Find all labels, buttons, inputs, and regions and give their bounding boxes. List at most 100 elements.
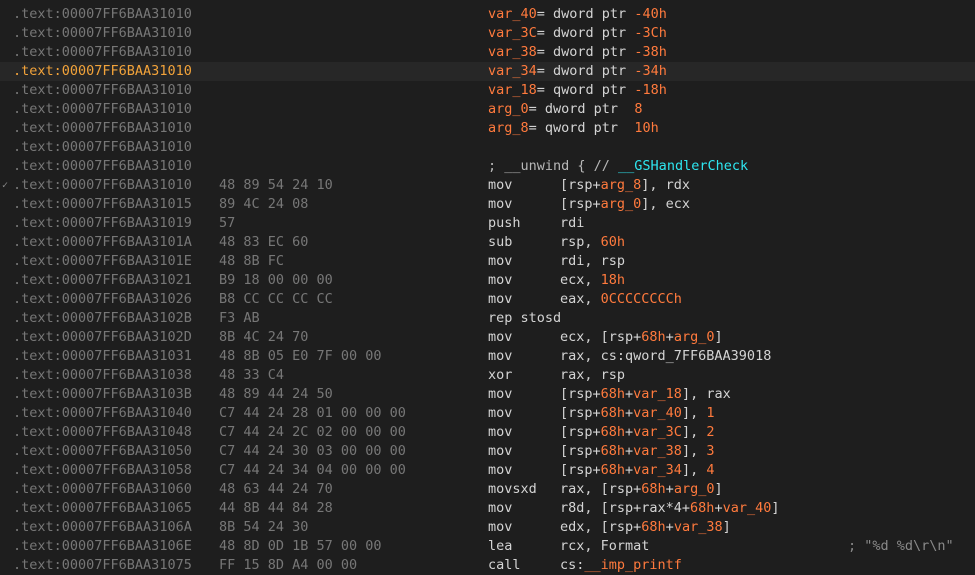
address-label[interactable]: .text:00007FF6BAA31010: [13, 5, 192, 24]
address-label[interactable]: .text:00007FF6BAA31010: [13, 100, 192, 119]
instruction-mnemonic[interactable]: mov: [488, 176, 512, 195]
address-label[interactable]: .text:00007FF6BAA3101A: [13, 233, 192, 252]
token-var[interactable]: var_3C: [633, 424, 682, 440]
address-label[interactable]: .text:00007FF6BAA31010: [13, 62, 192, 81]
instruction-mnemonic[interactable]: sub: [488, 233, 512, 252]
instruction-operands[interactable]: rsp, 60h: [560, 233, 625, 252]
listing-row[interactable]: .text:00007FF6BAA31010: [0, 138, 975, 157]
address-label[interactable]: .text:00007FF6BAA31031: [13, 347, 192, 366]
address-label[interactable]: .text:00007FF6BAA31075: [13, 556, 192, 575]
listing-row[interactable]: ✓ .text:00007FF6BAA31010 48 89 54 24 10 mov…: [0, 176, 975, 195]
address-label[interactable]: .text:00007FF6BAA31021: [13, 271, 192, 290]
token-var[interactable]: var_40: [488, 6, 537, 22]
instruction-mnemonic[interactable]: mov: [488, 290, 512, 309]
declaration-text[interactable]: var_38= dword ptr -38h: [488, 43, 667, 62]
token-var[interactable]: var_40: [723, 500, 772, 516]
listing-row[interactable]: .text:00007FF6BAA31060 48 63 44 24 70 movs…: [0, 480, 975, 499]
instruction-mnemonic[interactable]: mov: [488, 442, 512, 461]
instruction-operands[interactable]: rdi, rsp: [560, 252, 625, 271]
listing-row[interactable]: .text:00007FF6BAA31040 C7 44 24 28 01 00 …: [0, 404, 975, 423]
listing-row[interactable]: .text:00007FF6BAA31010 var_3C= dword ptr …: [0, 24, 975, 43]
listing-row[interactable]: .text:00007FF6BAA31010 var_38= dword ptr …: [0, 43, 975, 62]
instruction-mnemonic[interactable]: rep stosd: [488, 309, 561, 328]
listing-row[interactable]: .text:00007FF6BAA3102D 8B 4C 24 70 mov ecx,…: [0, 328, 975, 347]
instruction-operands[interactable]: ecx, [rsp+68h+arg_0]: [560, 328, 723, 347]
address-label[interactable]: .text:00007FF6BAA31015: [13, 195, 192, 214]
listing-row[interactable]: .text:00007FF6BAA31010 arg_8= qword ptr 1…: [0, 119, 975, 138]
address-label[interactable]: .text:00007FF6BAA31065: [13, 499, 192, 518]
instruction-mnemonic[interactable]: push: [488, 214, 521, 233]
listing-row[interactable]: .text:00007FF6BAA3103B 48 89 44 24 50 mov […: [0, 385, 975, 404]
instruction-operands[interactable]: [rsp+68h+var_38], 3: [560, 442, 714, 461]
instruction-mnemonic[interactable]: lea: [488, 537, 512, 556]
token-var[interactable]: arg_0: [601, 196, 642, 212]
instruction-operands[interactable]: r8d, [rsp+rax*4+68h+var_40]: [560, 499, 780, 518]
instruction-mnemonic[interactable]: movsxd: [488, 480, 537, 499]
instruction-mnemonic[interactable]: mov: [488, 252, 512, 271]
address-label[interactable]: .text:00007FF6BAA31019: [13, 214, 192, 233]
address-label[interactable]: .text:00007FF6BAA31038: [13, 366, 192, 385]
instruction-operands[interactable]: [rsp+68h+var_3C], 2: [560, 423, 714, 442]
listing-row[interactable]: .text:00007FF6BAA31010 arg_0= dword ptr 8: [0, 100, 975, 119]
instruction-operands[interactable]: ecx, 18h: [560, 271, 625, 290]
listing-row[interactable]: .text:00007FF6BAA31010 var_40= dword ptr …: [0, 5, 975, 24]
declaration-text[interactable]: arg_8= qword ptr 10h: [488, 119, 659, 138]
token-var[interactable]: var_34: [488, 63, 537, 79]
instruction-mnemonic[interactable]: mov: [488, 499, 512, 518]
declaration-text[interactable]: var_18= qword ptr -18h: [488, 81, 667, 100]
address-label[interactable]: .text:00007FF6BAA31026: [13, 290, 192, 309]
instruction-mnemonic[interactable]: mov: [488, 461, 512, 480]
instruction-operands[interactable]: eax, 0CCCCCCCCh: [560, 290, 682, 309]
instruction-mnemonic[interactable]: mov: [488, 328, 512, 347]
token-var[interactable]: var_34: [633, 462, 682, 478]
instruction-operands[interactable]: rax, rsp: [560, 366, 625, 385]
address-label[interactable]: .text:00007FF6BAA31060: [13, 480, 192, 499]
instruction-operands[interactable]: [rsp+68h+var_40], 1: [560, 404, 714, 423]
token-var[interactable]: var_38: [488, 44, 537, 60]
listing-row[interactable]: .text:00007FF6BAA31050 C7 44 24 30 03 00 …: [0, 442, 975, 461]
token-var[interactable]: arg_8: [488, 120, 529, 136]
instruction-mnemonic[interactable]: mov: [488, 271, 512, 290]
instruction-mnemonic[interactable]: mov: [488, 404, 512, 423]
address-label[interactable]: .text:00007FF6BAA31010: [13, 24, 192, 43]
instruction-operands[interactable]: rcx, Format: [560, 537, 649, 556]
address-label[interactable]: .text:00007FF6BAA3102D: [13, 328, 192, 347]
listing-row[interactable]: .text:00007FF6BAA31019 57 push rdi: [0, 214, 975, 233]
token-var[interactable]: var_18: [488, 82, 537, 98]
listing-row[interactable]: .text:00007FF6BAA31010 var_34= dword ptr …: [0, 62, 975, 81]
declaration-text[interactable]: var_3C= dword ptr -3Ch: [488, 24, 667, 43]
instruction-operands[interactable]: rax, [rsp+68h+arg_0]: [560, 480, 723, 499]
listing-row[interactable]: .text:00007FF6BAA31048 C7 44 24 2C 02 00 …: [0, 423, 975, 442]
instruction-mnemonic[interactable]: call: [488, 556, 521, 575]
address-label[interactable]: .text:00007FF6BAA31010: [13, 81, 192, 100]
token-var[interactable]: arg_0: [488, 101, 529, 117]
instruction-mnemonic[interactable]: mov: [488, 385, 512, 404]
token-var[interactable]: var_18: [633, 386, 682, 402]
instruction-mnemonic[interactable]: mov: [488, 518, 512, 537]
declaration-text[interactable]: var_34= dword ptr -34h: [488, 62, 667, 81]
listing-row[interactable]: .text:00007FF6BAA3106E 48 8D 0D 1B 57 00 …: [0, 537, 975, 556]
listing-row[interactable]: .text:00007FF6BAA31010 var_18= qword ptr …: [0, 81, 975, 100]
listing-row[interactable]: .text:00007FF6BAA31065 44 8B 44 84 28 mov r…: [0, 499, 975, 518]
token-var[interactable]: var_3C: [488, 25, 537, 41]
token-var[interactable]: var_38: [633, 443, 682, 459]
declaration-text[interactable]: var_40= dword ptr -40h: [488, 5, 667, 24]
instruction-operands[interactable]: [rsp+68h+var_18], rax: [560, 385, 731, 404]
token-var[interactable]: arg_0: [674, 481, 715, 497]
address-label[interactable]: .text:00007FF6BAA31010: [13, 157, 192, 176]
listing-row[interactable]: .text:00007FF6BAA31026 B8 CC CC CC CC mov e…: [0, 290, 975, 309]
instruction-mnemonic[interactable]: mov: [488, 423, 512, 442]
token-fn[interactable]: __GSHandlerCheck: [618, 158, 748, 174]
instruction-operands[interactable]: edx, [rsp+68h+var_38]: [560, 518, 731, 537]
token-var[interactable]: arg_8: [601, 177, 642, 193]
address-label[interactable]: .text:00007FF6BAA31040: [13, 404, 192, 423]
address-label[interactable]: .text:00007FF6BAA31010: [13, 176, 192, 195]
instruction-mnemonic[interactable]: xor: [488, 366, 512, 385]
address-label[interactable]: .text:00007FF6BAA3106A: [13, 518, 192, 537]
declaration-text[interactable]: arg_0= dword ptr 8: [488, 100, 642, 119]
address-label[interactable]: .text:00007FF6BAA3106E: [13, 537, 192, 556]
listing-row[interactable]: .text:00007FF6BAA3102B F3 AB rep stosd: [0, 309, 975, 328]
listing-row[interactable]: .text:00007FF6BAA31010 ; __unwind { // __…: [0, 157, 975, 176]
token-var[interactable]: __imp_printf: [584, 557, 682, 573]
token-var[interactable]: var_38: [674, 519, 723, 535]
